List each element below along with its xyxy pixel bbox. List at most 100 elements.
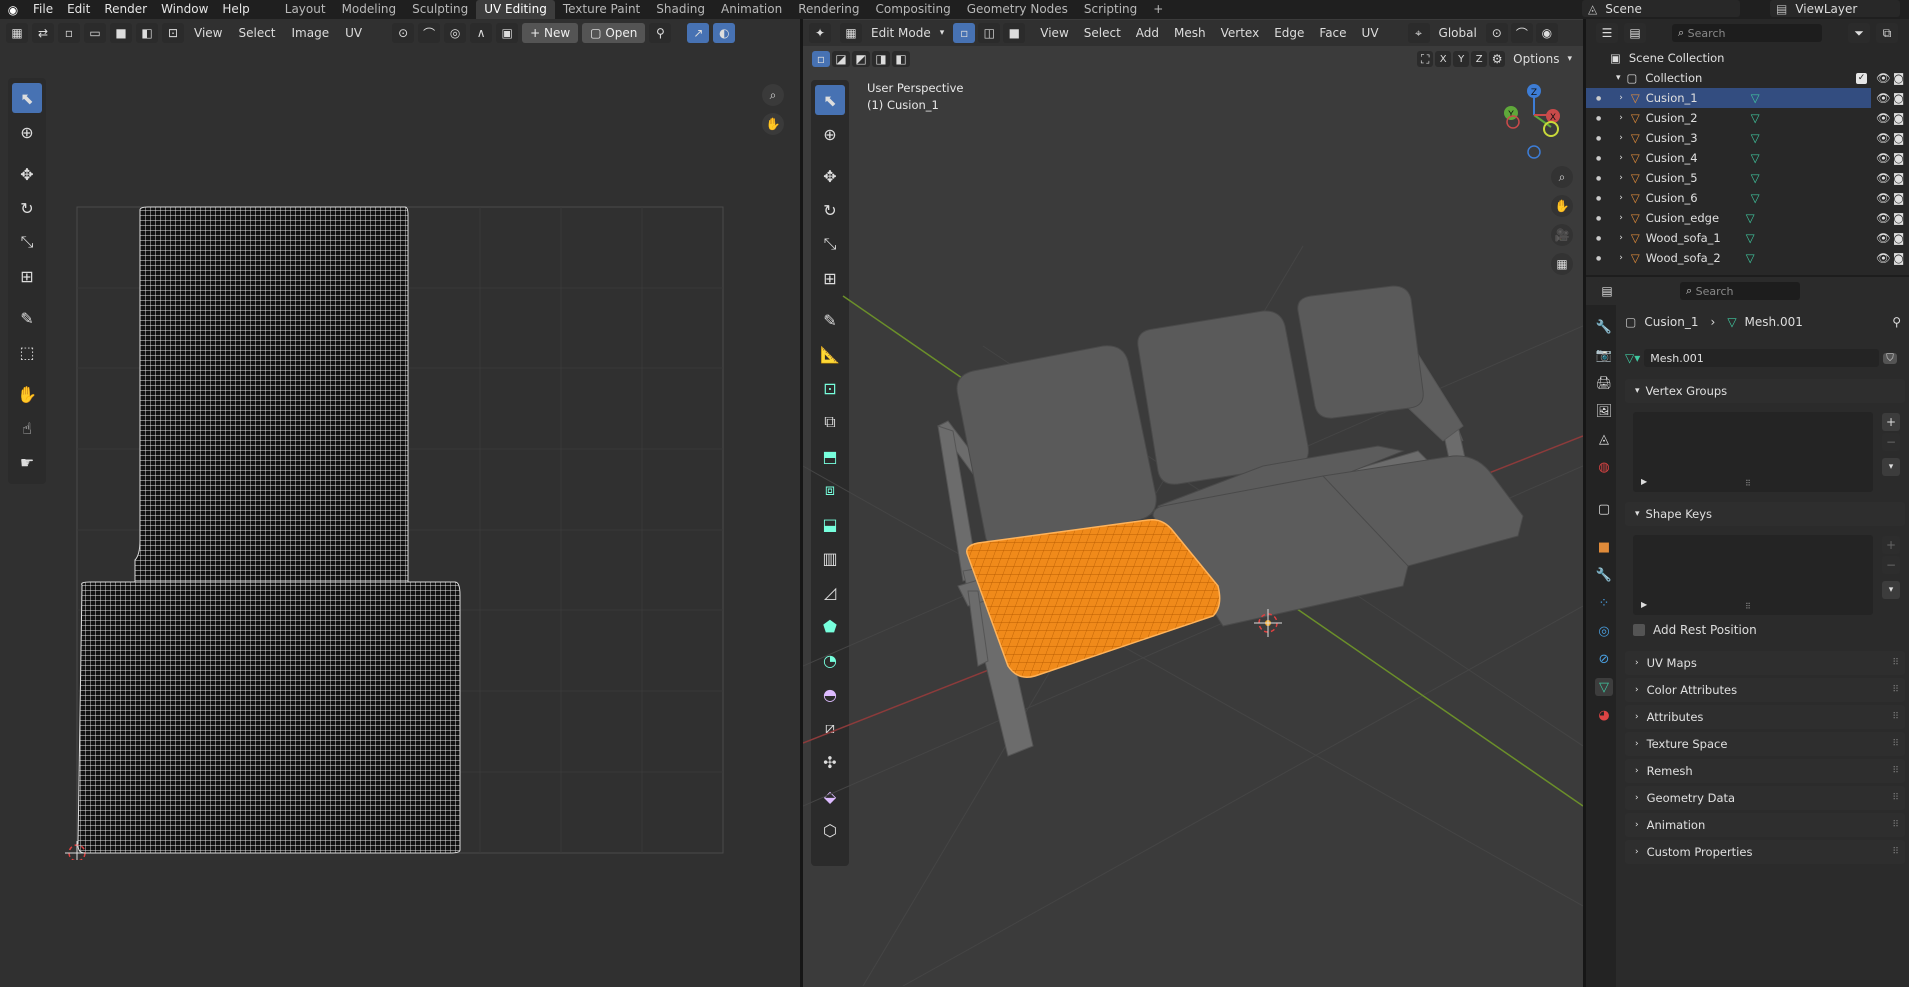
outliner-editor-type-icon[interactable]: ☰ <box>1596 23 1618 43</box>
vertex-groups-list[interactable]: ▶ ⠿ <box>1633 412 1873 492</box>
tab-texture-paint[interactable]: Texture Paint <box>555 0 648 19</box>
viewport-snap-icon[interactable]: ⌒ <box>1510 23 1533 43</box>
drag-handle-icon[interactable]: ⠿ <box>1892 712 1899 722</box>
blender-logo-icon[interactable]: ◉ <box>0 0 26 20</box>
visibility-icon[interactable]: 👁 <box>1876 191 1891 205</box>
properties-search-input[interactable]: ⌕ Search <box>1680 282 1800 300</box>
pin-breadcrumb-icon[interactable]: ⚲ <box>1892 315 1901 329</box>
viewport-menu-edge[interactable]: Edge <box>1268 23 1310 43</box>
sticky-select-icon[interactable]: ⊡ <box>162 23 184 43</box>
world-tab-icon[interactable]: ◍ <box>1595 458 1613 476</box>
new-image-button[interactable]: + New <box>522 23 579 43</box>
edit-mode-dot-icon[interactable]: ● <box>1596 195 1601 202</box>
sync-selection-icon[interactable]: ⇄ <box>32 23 54 43</box>
render-tab-icon[interactable]: 📷 <box>1595 346 1613 364</box>
face-mode-icon[interactable]: ■ <box>1003 23 1026 43</box>
orientation-icon[interactable]: ⌖ <box>1407 23 1430 43</box>
proportional-edit-icon[interactable]: ◎ <box>444 23 467 43</box>
edit-mode-dot-icon[interactable]: ● <box>1596 155 1601 162</box>
drag-handle-icon[interactable]: ⠿ <box>1892 739 1899 749</box>
open-image-button[interactable]: ▢ Open <box>582 23 646 43</box>
edit-mode-dot-icon[interactable]: ● <box>1596 135 1601 142</box>
expand-icon[interactable]: › <box>1619 173 1623 183</box>
edge-mode-icon[interactable]: ◫ <box>978 23 1001 43</box>
add-rest-position-checkbox[interactable] <box>1633 624 1645 636</box>
tab-uv-editing[interactable]: UV Editing <box>476 0 555 19</box>
section-color-attributes[interactable]: › Color Attributes ⠿ <box>1625 678 1905 702</box>
viewport-menu-view[interactable]: View <box>1034 23 1074 43</box>
vertex-groups-header[interactable]: ▾ Vertex Groups <box>1625 379 1905 403</box>
rotate-tool-icon[interactable]: ↻ <box>12 193 42 223</box>
pivot-icon[interactable]: ⊙ <box>392 23 415 43</box>
output-tab-icon[interactable]: 🖨 <box>1595 374 1613 392</box>
face-select-icon[interactable]: ■ <box>110 23 132 43</box>
outliner-item-cusion-5[interactable]: ● › ▽ Cusion_5 ▽ 👁 ◙ <box>1586 168 1904 188</box>
uv-zoom-icon[interactable]: ⌕ <box>762 84 784 106</box>
pin-icon[interactable]: ⚲ <box>649 23 672 43</box>
snap-icon[interactable]: ⌒ <box>418 23 441 43</box>
gizmo-toggle-icon[interactable]: ↗ <box>687 23 710 43</box>
visibility-icon[interactable]: 👁 <box>1876 211 1891 225</box>
section-animation[interactable]: › Animation ⠿ <box>1625 813 1905 837</box>
expand-icon[interactable]: › <box>1619 253 1623 263</box>
outliner-item-wood-sofa-2[interactable]: ● › ▽ Wood_sofa_2 ▽ 👁 ◙ <box>1586 248 1904 268</box>
edit-mode-dot-icon[interactable]: ● <box>1596 235 1601 242</box>
outliner-item-wood-sofa-1[interactable]: ● › ▽ Wood_sofa_1 ▽ 👁 ◙ <box>1586 228 1904 248</box>
island-select-icon[interactable]: ◧ <box>136 23 158 43</box>
drag-handle-icon[interactable]: ⠿ <box>1892 847 1899 857</box>
menu-help[interactable]: Help <box>215 0 256 19</box>
menu-render[interactable]: Render <box>97 0 154 19</box>
vertex-mode-icon[interactable]: ▫ <box>953 23 976 43</box>
tab-scripting[interactable]: Scripting <box>1076 0 1145 19</box>
object-tab-icon[interactable]: ■ <box>1595 538 1613 556</box>
scene-selector[interactable]: ◬ Scene <box>1582 0 1740 17</box>
expand-icon[interactable]: › <box>1619 193 1623 203</box>
render-visibility-icon[interactable]: ◙ <box>1893 151 1904 165</box>
visibility-icon[interactable]: 👁 <box>1876 111 1891 125</box>
expand-icon[interactable]: › <box>1619 213 1623 223</box>
material-tab-icon[interactable]: ◕ <box>1595 706 1613 724</box>
render-visibility-icon[interactable]: ◙ <box>1893 231 1904 245</box>
render-visibility-icon[interactable]: ◙ <box>1893 131 1904 145</box>
remove-shape-key-button[interactable]: − <box>1882 556 1900 574</box>
section-texture-space[interactable]: › Texture Space ⠿ <box>1625 732 1905 756</box>
move-tool-icon[interactable]: ✥ <box>12 159 42 189</box>
relax-tool-icon[interactable]: ☝ <box>12 413 42 443</box>
list-resize-icon[interactable]: ⠿ <box>1745 479 1751 488</box>
outliner-item-cusion-1[interactable]: ● › ▽ Cusion_1 ▽ 👁 ◙ <box>1586 88 1904 108</box>
outliner-item-cusion-edge[interactable]: ● › ▽ Cusion_edge ▽ 👁 ◙ <box>1586 208 1904 228</box>
add-vertex-group-button[interactable]: + <box>1882 413 1900 431</box>
edit-mode-dot-icon[interactable]: ● <box>1596 95 1601 102</box>
section-remesh[interactable]: › Remesh ⠿ <box>1625 759 1905 783</box>
falloff-icon[interactable]: ∧ <box>470 23 493 43</box>
edit-mode-dot-icon[interactable]: ● <box>1596 115 1601 122</box>
list-expand-icon[interactable]: ▶ <box>1641 477 1647 486</box>
rip-tool-icon[interactable]: ⬚ <box>12 337 42 367</box>
tab-shading[interactable]: Shading <box>648 0 713 19</box>
collection-expand-icon[interactable]: ▾ <box>1616 73 1621 83</box>
menu-window[interactable]: Window <box>154 0 215 19</box>
tab-animation[interactable]: Animation <box>713 0 790 19</box>
viewport-menu-vertex[interactable]: Vertex <box>1215 23 1266 43</box>
select-tool-icon[interactable]: ⬉ <box>12 83 42 113</box>
section-attributes[interactable]: › Attributes ⠿ <box>1625 705 1905 729</box>
tab-rendering[interactable]: Rendering <box>790 0 867 19</box>
outliner-item-cusion-6[interactable]: ● › ▽ Cusion_6 ▽ 👁 ◙ <box>1586 188 1904 208</box>
expand-icon[interactable]: › <box>1619 233 1623 243</box>
menu-edit[interactable]: Edit <box>60 0 97 19</box>
mesh-name-field[interactable]: Mesh.001 <box>1644 349 1880 367</box>
drag-handle-icon[interactable]: ⠿ <box>1892 658 1899 668</box>
visibility-icon[interactable]: 👁 <box>1876 171 1891 185</box>
breadcrumb-object[interactable]: Cusion_1 <box>1644 315 1698 329</box>
scale-tool-icon[interactable]: ⤡ <box>12 227 42 257</box>
pivot-point-icon[interactable]: ⊙ <box>1485 23 1508 43</box>
mesh-browse-icon[interactable]: ▽▾ <box>1625 351 1640 365</box>
edit-mode-icon[interactable]: ▦ <box>840 23 862 43</box>
outliner-item-cusion-4[interactable]: ● › ▽ Cusion_4 ▽ 👁 ◙ <box>1586 148 1904 168</box>
fake-user-icon[interactable]: ⛉ <box>1883 352 1897 364</box>
edit-mode-dot-icon[interactable]: ● <box>1596 175 1601 182</box>
viewport-menu-uv[interactable]: UV <box>1356 23 1385 43</box>
overlay-toggle-icon[interactable]: ◐ <box>713 23 736 43</box>
visibility-icon[interactable]: 👁 <box>1876 91 1891 105</box>
collection-checkbox[interactable]: ✓ <box>1856 72 1867 84</box>
